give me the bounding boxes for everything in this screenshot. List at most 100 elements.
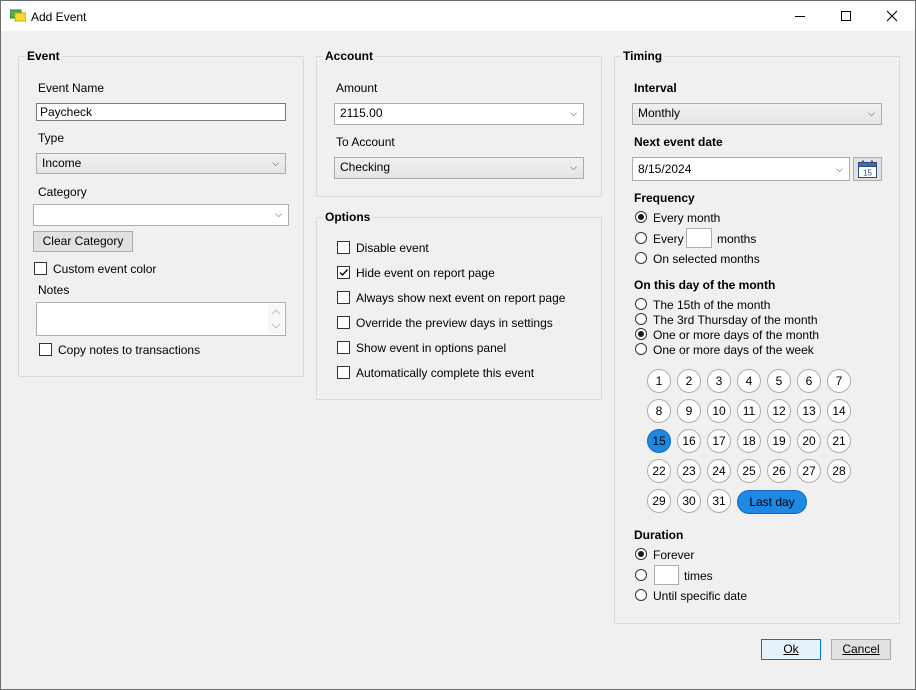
option-checkbox-disable-event[interactable] xyxy=(337,241,350,254)
chevron-down-icon: ⌵ xyxy=(868,108,875,118)
dom-radio-3rd-thursday[interactable] xyxy=(635,313,647,325)
day-button-21[interactable]: 21 xyxy=(827,429,851,453)
notes-label: Notes xyxy=(38,283,70,297)
day-button-13[interactable]: 13 xyxy=(797,399,821,423)
duration-radio-until[interactable] xyxy=(635,589,647,601)
option-label-override-preview: Override the preview days in settings xyxy=(356,316,553,330)
option-label-auto-complete: Automatically complete this event xyxy=(356,366,535,380)
calendar-button[interactable]: 15 xyxy=(853,157,882,181)
day-button-28[interactable]: 28 xyxy=(827,459,851,483)
option-checkbox-override-preview[interactable] xyxy=(337,316,350,329)
frequency-radio-selected-months[interactable] xyxy=(635,252,647,264)
day-button-12[interactable]: 12 xyxy=(767,399,791,423)
dom-radio-days-of-month[interactable] xyxy=(635,328,647,340)
duration-forever-label: Forever xyxy=(653,548,695,562)
amount-input[interactable]: 2115.00 ⌵ xyxy=(334,103,584,125)
day-button-20[interactable]: 20 xyxy=(797,429,821,453)
app-icon xyxy=(10,9,26,22)
day-button-4[interactable]: 4 xyxy=(737,369,761,393)
chevron-down-icon: ⌵ xyxy=(570,108,577,118)
day-button-26[interactable]: 26 xyxy=(767,459,791,483)
day-button-2[interactable]: 2 xyxy=(677,369,701,393)
day-button-16[interactable]: 16 xyxy=(677,429,701,453)
chevron-down-icon: ⌵ xyxy=(275,209,282,219)
to-account-value: Checking xyxy=(340,160,391,174)
day-button-27[interactable]: 27 xyxy=(797,459,821,483)
duration-radio-forever[interactable] xyxy=(635,548,647,560)
option-label-disable-event: Disable event xyxy=(356,241,429,255)
type-value: Income xyxy=(42,156,82,170)
clear-category-button[interactable]: Clear Category xyxy=(33,231,133,252)
day-button-29[interactable]: 29 xyxy=(647,489,671,513)
interval-dropdown[interactable]: Monthly ⌵ xyxy=(632,103,882,125)
custom-color-checkbox[interactable] xyxy=(34,262,47,275)
event-group-label: Event xyxy=(25,49,62,63)
day-button-25[interactable]: 25 xyxy=(737,459,761,483)
minimize-button[interactable] xyxy=(777,1,823,31)
to-account-dropdown[interactable]: Checking ⌵ xyxy=(334,157,584,179)
event-name-input[interactable]: Paycheck xyxy=(36,103,286,121)
day-button-17[interactable]: 17 xyxy=(707,429,731,453)
day-button-22[interactable]: 22 xyxy=(647,459,671,483)
notes-input[interactable] xyxy=(36,302,286,336)
day-button-8[interactable]: 8 xyxy=(647,399,671,423)
day-button-9[interactable]: 9 xyxy=(677,399,701,423)
maximize-icon xyxy=(841,11,851,21)
close-button[interactable] xyxy=(869,1,915,31)
dom-radio-15th[interactable] xyxy=(635,298,647,310)
interval-value: Monthly xyxy=(638,106,681,120)
event-name-label: Event Name xyxy=(38,81,105,95)
frequency-months-input[interactable] xyxy=(686,228,712,248)
calendar-icon: 15 xyxy=(858,160,877,178)
option-checkbox-auto-complete[interactable] xyxy=(337,366,350,379)
copy-notes-checkbox[interactable] xyxy=(39,343,52,356)
option-label-always-show-next: Always show next event on report page xyxy=(356,291,566,305)
option-checkbox-always-show-next[interactable] xyxy=(337,291,350,304)
duration-times-input[interactable] xyxy=(654,565,679,585)
day-button-24[interactable]: 24 xyxy=(707,459,731,483)
day-button-5[interactable]: 5 xyxy=(767,369,791,393)
window-title: Add Event xyxy=(31,10,87,24)
day-button-14[interactable]: 14 xyxy=(827,399,851,423)
day-button-10[interactable]: 10 xyxy=(707,399,731,423)
day-of-month-label: On this day of the month xyxy=(634,278,776,292)
next-date-value: 8/15/2024 xyxy=(638,162,692,176)
day-button-30[interactable]: 30 xyxy=(677,489,701,513)
option-checkbox-show-in-panel[interactable] xyxy=(337,341,350,354)
ok-button[interactable]: Ok xyxy=(761,639,821,660)
dom-radio-days-of-week[interactable] xyxy=(635,343,647,355)
day-button-3[interactable]: 3 xyxy=(707,369,731,393)
frequency-every-label: Every xyxy=(653,232,684,246)
options-group-label: Options xyxy=(323,210,373,224)
last-day-button[interactable]: Last day xyxy=(737,490,807,514)
day-button-23[interactable]: 23 xyxy=(677,459,701,483)
day-button-31[interactable]: 31 xyxy=(707,489,731,513)
day-button-7[interactable]: 7 xyxy=(827,369,851,393)
interval-label: Interval xyxy=(634,81,677,95)
notes-scrollbar[interactable] xyxy=(268,304,284,334)
cancel-button-label: Cancel xyxy=(842,642,880,656)
frequency-radio-every-month[interactable] xyxy=(635,211,647,223)
day-button-19[interactable]: 19 xyxy=(767,429,791,453)
dom-3rd-thursday-label: The 3rd Thursday of the month xyxy=(653,313,818,327)
day-button-18[interactable]: 18 xyxy=(737,429,761,453)
option-label-show-in-panel: Show event in options panel xyxy=(356,341,507,355)
option-checkbox-hide-event[interactable] xyxy=(337,266,350,279)
day-button-11[interactable]: 11 xyxy=(737,399,761,423)
checkmark-icon xyxy=(339,269,349,277)
day-button-1[interactable]: 1 xyxy=(647,369,671,393)
add-event-dialog: Add Event Event Event Name Paycheck Type… xyxy=(0,0,916,690)
frequency-radio-every-n[interactable] xyxy=(635,232,647,244)
type-dropdown[interactable]: Income ⌵ xyxy=(36,153,286,174)
amount-value: 2115.00 xyxy=(340,106,383,120)
timing-group-label: Timing xyxy=(621,49,665,63)
next-date-input[interactable]: 8/15/2024 ⌵ xyxy=(632,157,850,181)
category-dropdown[interactable]: ⌵ xyxy=(33,204,289,226)
maximize-button[interactable] xyxy=(823,1,869,31)
copy-notes-label: Copy notes to transactions xyxy=(58,343,201,357)
cancel-button[interactable]: Cancel xyxy=(831,639,891,660)
day-button-15[interactable]: 15 xyxy=(647,429,671,453)
frequency-every-month-label: Every month xyxy=(653,211,721,225)
duration-radio-times[interactable] xyxy=(635,569,647,581)
day-button-6[interactable]: 6 xyxy=(797,369,821,393)
